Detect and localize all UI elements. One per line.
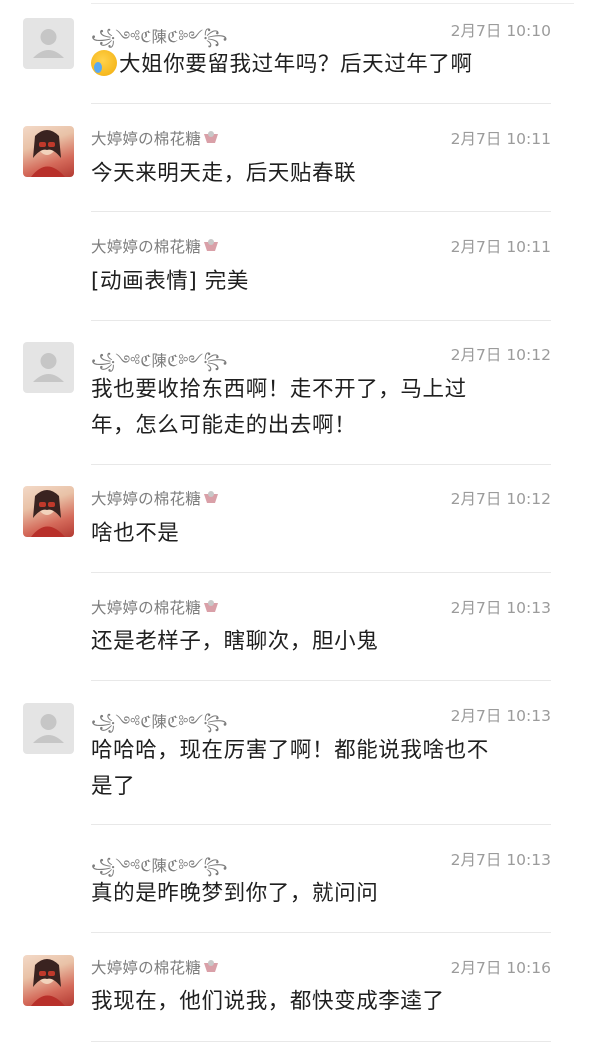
message-line: 我也要收拾东西啊！走不开了，马上过 — [91, 377, 467, 402]
sender-name[interactable]: 大婷婷の棉花糖 — [91, 235, 219, 257]
divider — [91, 824, 551, 825]
divider — [91, 464, 551, 465]
divider — [91, 320, 551, 321]
message-line: 啥也不是 — [91, 521, 180, 546]
message-line: 哈哈哈，现在厉害了啊！都能说我啥也不 — [91, 738, 489, 763]
message-line: 大姐你要留我过年吗？后天过年了啊 — [119, 52, 473, 77]
message-text: 今天来明天走，后天贴春联 — [91, 156, 531, 192]
message-text: 我也要收拾东西啊！走不开了，马上过 年，怎么可能走的出去啊！ — [91, 372, 531, 444]
cup-icon — [203, 491, 218, 503]
message-time: 2月7日 10:13 — [450, 851, 551, 869]
cup-icon — [203, 960, 218, 972]
avatar-photo[interactable] — [23, 955, 74, 1006]
message-line: 真的是昨晚梦到你了，就问问 — [91, 881, 379, 906]
message-time: 2月7日 10:11 — [450, 238, 551, 256]
divider — [91, 211, 551, 212]
avatar-photo[interactable] — [23, 486, 74, 537]
sender-name[interactable]: 大婷婷の棉花糖 — [91, 127, 219, 149]
sender-name[interactable]: 大婷婷の棉花糖 — [91, 487, 219, 509]
divider — [91, 1041, 551, 1042]
message-time: 2月7日 10:13 — [450, 707, 551, 725]
divider — [91, 680, 551, 681]
divider — [91, 103, 551, 104]
person-placeholder-icon — [33, 714, 64, 743]
message-text: 啥也不是 — [91, 516, 531, 552]
message-text: 还是老样子，瞎聊次，胆小鬼 — [91, 624, 531, 660]
avatar-default[interactable] — [23, 18, 74, 69]
message-line: 还是老样子，瞎聊次，胆小鬼 — [91, 629, 379, 654]
sender-name[interactable]: 大婷婷の棉花糖 — [91, 596, 219, 618]
message-line: 是了 — [91, 774, 136, 799]
cup-icon — [203, 600, 218, 612]
message-line: [动画表情] 完美 — [91, 269, 250, 294]
message-text: 真的是昨晚梦到你了，就问问 — [91, 876, 531, 912]
top-divider — [91, 3, 574, 4]
avatar-photo[interactable] — [23, 126, 74, 177]
message-line: 今天来明天走，后天贴春联 — [91, 161, 357, 186]
avatar-default[interactable] — [23, 342, 74, 393]
message-time: 2月7日 10:16 — [450, 959, 551, 977]
message-time: 2月7日 10:12 — [450, 346, 551, 364]
sender-name[interactable]: 大婷婷の棉花糖 — [91, 956, 219, 978]
message-time: 2月7日 10:11 — [450, 130, 551, 148]
message-text: 大姐你要留我过年吗？后天过年了啊 — [91, 47, 531, 83]
cup-icon — [203, 131, 218, 143]
message-text: 我现在，他们说我，都快变成李逵了 — [91, 984, 531, 1020]
message-text: [动画表情] 完美 — [91, 264, 531, 300]
message-time: 2月7日 10:13 — [450, 599, 551, 617]
cup-icon — [203, 239, 218, 251]
message-text: 哈哈哈，现在厉害了啊！都能说我啥也不 是了 — [91, 733, 531, 805]
message-time: 2月7日 10:12 — [450, 490, 551, 508]
crying-laughing-emoji — [91, 50, 117, 76]
message-time: 2月7日 10:10 — [450, 22, 551, 40]
message-line: 我现在，他们说我，都快变成李逵了 — [91, 989, 445, 1014]
person-placeholder-icon — [33, 353, 64, 382]
message-line: 年，怎么可能走的出去啊！ — [91, 413, 357, 438]
person-placeholder-icon — [33, 29, 64, 58]
divider — [91, 572, 551, 573]
avatar-default[interactable] — [23, 703, 74, 754]
divider — [91, 932, 551, 933]
